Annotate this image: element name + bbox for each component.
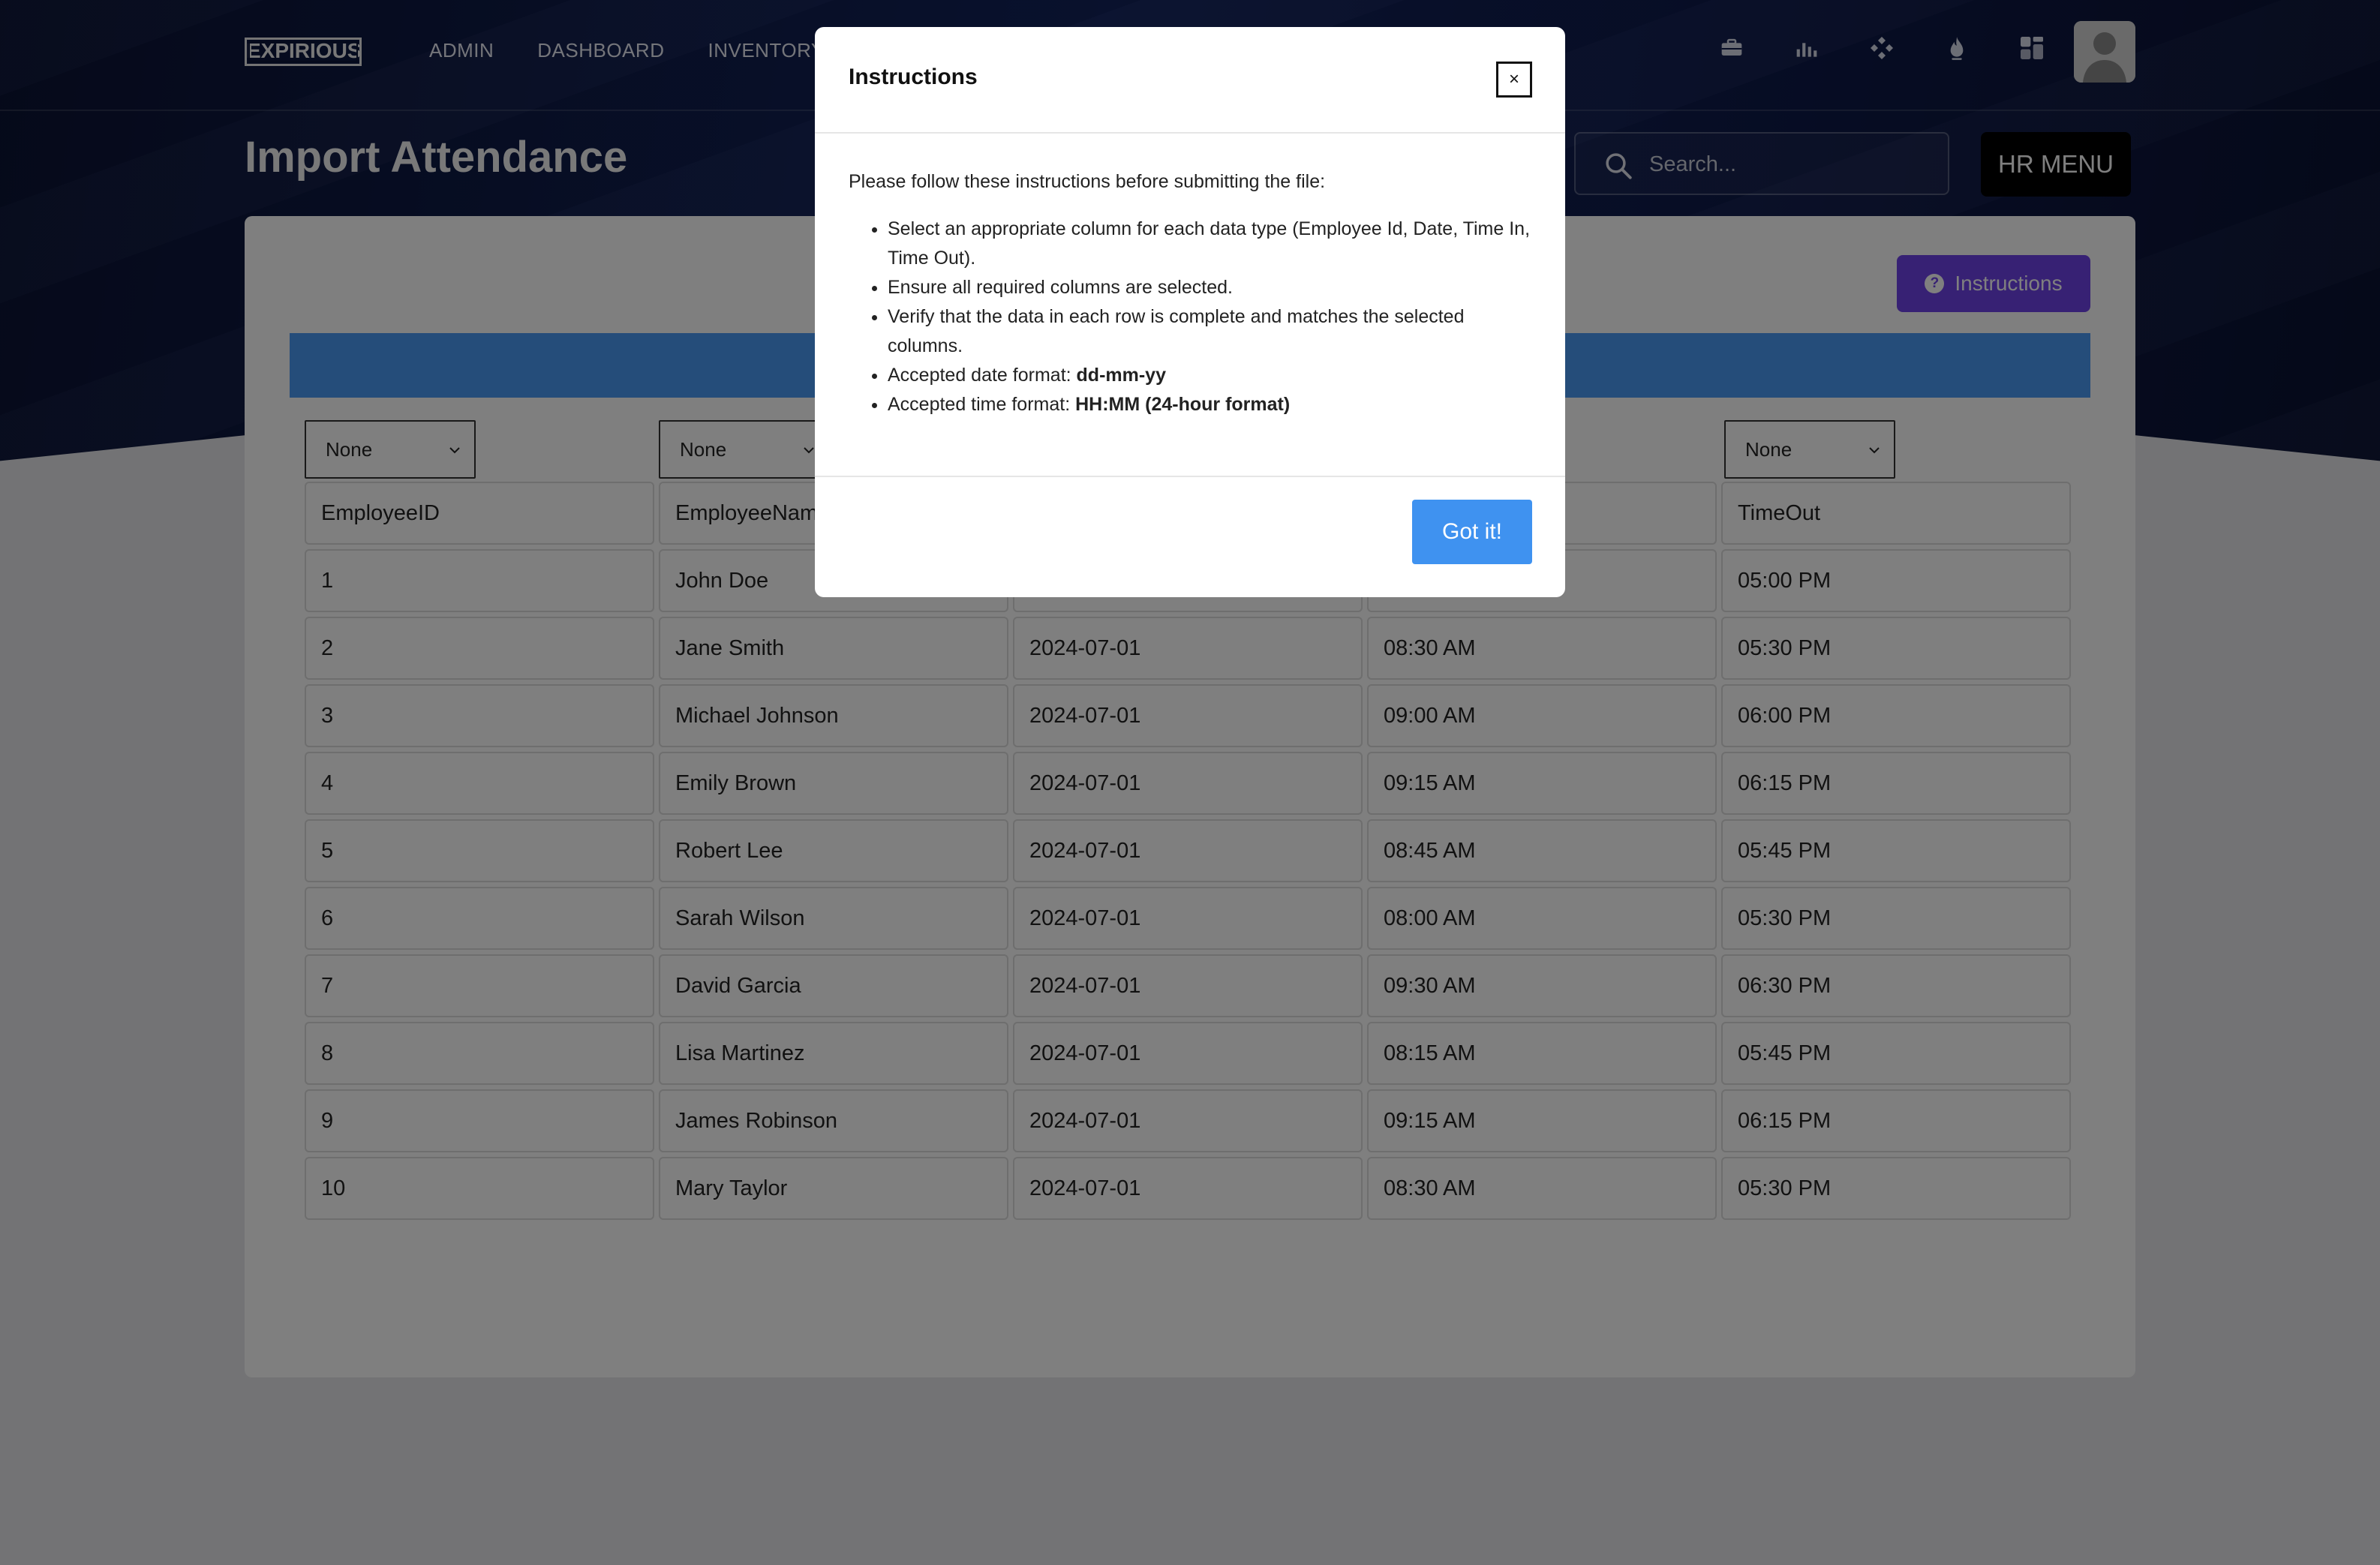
- instruction-format: dd-mm-yy: [1076, 365, 1166, 386]
- modal-title: Instructions: [849, 65, 978, 89]
- got-it-button[interactable]: Got it!: [1412, 500, 1532, 564]
- instruction-item: Ensure all required columns are selected…: [888, 273, 1531, 302]
- modal-header: Instructions ×: [815, 27, 1565, 134]
- close-button[interactable]: ×: [1496, 62, 1532, 98]
- modal-footer: Got it!: [815, 476, 1565, 597]
- instruction-item: Accepted date format: dd-mm-yy: [888, 361, 1531, 390]
- modal-body: Please follow these instructions before …: [815, 134, 1565, 419]
- modal-intro: Please follow these instructions before …: [849, 171, 1326, 192]
- instruction-text: Accepted time format:: [888, 394, 1076, 415]
- instruction-item: Verify that the data in each row is comp…: [888, 302, 1531, 361]
- instruction-text: Select an appropriate column for each da…: [888, 218, 1531, 269]
- instruction-text: Verify that the data in each row is comp…: [888, 306, 1465, 356]
- instruction-format: HH:MM (24-hour format): [1075, 394, 1291, 415]
- instruction-item: Accepted time format: HH:MM (24-hour for…: [888, 390, 1531, 419]
- instructions-list: Select an appropriate column for each da…: [849, 215, 1531, 419]
- instruction-item: Select an appropriate column for each da…: [888, 215, 1531, 273]
- instruction-text: Accepted date format:: [888, 365, 1077, 386]
- instructions-modal: Instructions × Please follow these instr…: [815, 27, 1565, 597]
- instruction-text: Ensure all required columns are selected…: [888, 277, 1233, 298]
